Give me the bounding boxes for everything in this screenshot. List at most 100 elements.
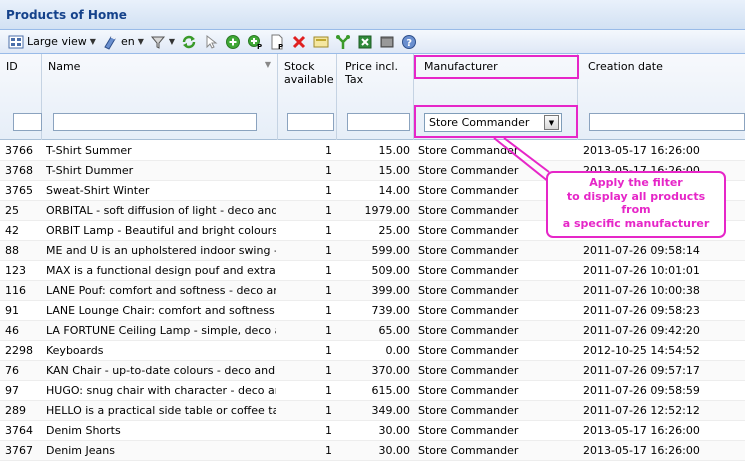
cell-stock: 1	[325, 204, 332, 217]
table-row[interactable]: 2298 Keyboards 1 0.00 Store Commander 2012-10…	[0, 341, 745, 361]
callout-line: from	[621, 203, 651, 216]
cell-date: 2011-07-26 12:52:12	[583, 404, 700, 417]
help-icon: ?	[401, 34, 417, 50]
edit-button[interactable]	[313, 32, 329, 52]
table-row[interactable]: 116 LANE Pouf: comfort and softness - dec…	[0, 281, 745, 301]
callout-line: to display all products	[566, 189, 706, 203]
table-row[interactable]: 88 ME and U is an upholstered indoor swin…	[0, 241, 745, 261]
select-button[interactable]	[203, 32, 219, 52]
sort-indicator-icon: ▼	[264, 60, 271, 69]
cell-price: 30.00	[378, 444, 411, 457]
cell-date: 2013-05-17 16:26:00	[583, 144, 700, 157]
filter-button[interactable]: ▼	[150, 32, 175, 52]
cell-id: 46	[5, 324, 19, 337]
tree-icon	[335, 34, 351, 50]
cell-price: 25.00	[378, 224, 411, 237]
window-icon	[379, 34, 395, 50]
cell-price: 15.00	[378, 144, 411, 157]
cell-stock: 1	[325, 404, 332, 417]
language-icon	[102, 34, 118, 50]
table-row[interactable]: 3764 Denim Shorts 1 30.00 Store Commander 201…	[0, 421, 745, 441]
table-row[interactable]: 123 MAX is a functional design pouf and e…	[0, 261, 745, 281]
cell-price: 399.00	[371, 284, 411, 297]
refresh-button[interactable]	[181, 32, 197, 52]
grid-header: ID Name ▼ Stock available Price incl. Ta…	[0, 54, 745, 140]
add-product-p-icon: P	[247, 34, 263, 51]
cell-date: 2011-07-26 10:00:38	[583, 284, 700, 297]
cell-price: 739.00	[371, 304, 411, 317]
name-filter-input[interactable]	[53, 113, 257, 131]
cell-id: 3767	[5, 444, 33, 457]
edit-icon	[313, 34, 329, 50]
cell-stock: 1	[325, 184, 332, 197]
cell-stock: 1	[325, 264, 332, 277]
cell-manufacturer: Store Commander	[418, 144, 519, 157]
chevron-down-icon: ▼	[137, 37, 144, 46]
cell-name: LANE Lounge Chair: comfort and softness …	[46, 304, 276, 317]
cell-price: 509.00	[371, 264, 411, 277]
language-button[interactable]: en ▼	[102, 32, 144, 52]
cell-stock: 1	[325, 344, 332, 357]
cell-id: 97	[5, 384, 19, 397]
table-row[interactable]: 76 KAN Chair - up-to-date colours - deco …	[0, 361, 745, 381]
table-row[interactable]: 46 LA FORTUNE Ceiling Lamp - simple, deco…	[0, 321, 745, 341]
table-row[interactable]: 91 LANE Lounge Chair: comfort and softnes…	[0, 301, 745, 321]
excel-button[interactable]	[357, 32, 373, 52]
cell-name: T-Shirt Dummer	[46, 164, 134, 177]
creation-date-filter-input[interactable]	[589, 113, 745, 131]
cell-name: LANE Pouf: comfort and softness - deco a…	[46, 284, 276, 297]
large-view-button[interactable]: Large view ▼	[8, 32, 96, 52]
cell-manufacturer: Store Commander	[418, 324, 519, 337]
cell-stock: 1	[325, 164, 332, 177]
cell-name: Denim Jeans	[46, 444, 115, 457]
refresh-icon	[181, 34, 197, 50]
cell-price: 65.00	[378, 324, 411, 337]
cell-date: 2011-07-26 09:58:23	[583, 304, 700, 317]
cursor-icon	[203, 34, 219, 50]
callout-line: Apply the filter	[589, 176, 683, 189]
window-title: Products of Home	[0, 0, 745, 30]
cell-manufacturer: Store Commander	[418, 424, 519, 437]
table-row[interactable]: 289 HELLO is a practical side table or co…	[0, 401, 745, 421]
cell-name: HUGO: snug chair with character - deco a…	[46, 384, 276, 397]
cell-date: 2011-07-26 10:01:01	[583, 264, 700, 277]
cell-price: 30.00	[378, 424, 411, 437]
table-row[interactable]: 3767 Denim Jeans 1 30.00 Store Commander 2013…	[0, 441, 745, 461]
cell-manufacturer: Store Commander	[418, 304, 519, 317]
cell-stock: 1	[325, 304, 332, 317]
add-icon	[225, 34, 241, 50]
price-filter-input[interactable]	[347, 113, 410, 131]
id-filter-input[interactable]	[13, 113, 42, 131]
cell-stock: 1	[325, 384, 332, 397]
cell-stock: 1	[325, 284, 332, 297]
cell-name: Denim Shorts	[46, 424, 121, 437]
tree-button[interactable]	[335, 32, 351, 52]
cell-name: Keyboards	[46, 344, 104, 357]
cell-manufacturer: Store Commander	[418, 284, 519, 297]
column-header-name-label: Name	[48, 60, 81, 73]
cell-manufacturer: Store Commander	[418, 264, 519, 277]
cell-stock: 1	[325, 364, 332, 377]
window-button[interactable]	[379, 32, 395, 52]
add-button[interactable]	[225, 32, 241, 52]
cell-manufacturer: Store Commander	[418, 244, 519, 257]
product-button[interactable]: P	[269, 32, 285, 52]
cell-name: MAX is a functional design pouf and extr…	[46, 264, 276, 277]
table-row[interactable]: 97 HUGO: snug chair with character - deco…	[0, 381, 745, 401]
cell-id: 76	[5, 364, 19, 377]
delete-button[interactable]	[291, 32, 307, 52]
filter-icon	[150, 34, 166, 50]
chevron-down-icon: ▼	[168, 37, 175, 46]
cell-date: 2013-05-17 16:26:00	[583, 444, 700, 457]
help-button[interactable]: ?	[401, 32, 417, 52]
add-product-button[interactable]: P	[247, 32, 263, 52]
cell-name: ORBIT Lamp - Beautiful and bright colour…	[46, 224, 276, 237]
cell-date: 2011-07-26 09:42:20	[583, 324, 700, 337]
stock-filter-input[interactable]	[287, 113, 334, 131]
delete-icon	[291, 34, 307, 50]
cell-manufacturer: Store Commander	[418, 384, 519, 397]
table-row[interactable]: 3766 T-Shirt Summer 1 15.00 Store Commander 2…	[0, 141, 745, 161]
cell-id: 3768	[5, 164, 33, 177]
cell-name: T-Shirt Summer	[46, 144, 132, 157]
cell-date: 2011-07-26 09:57:17	[583, 364, 700, 377]
